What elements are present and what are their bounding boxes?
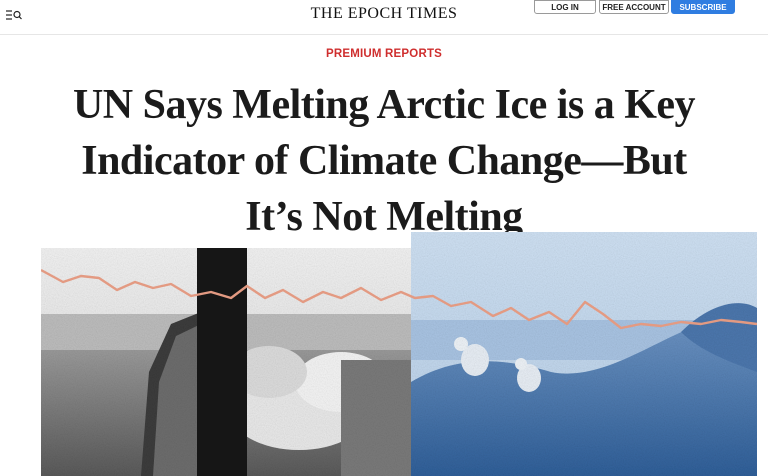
hero-image — [41, 232, 757, 476]
subscribe-button[interactable]: SUBSCRIBE — [671, 0, 735, 14]
article-headline: UN Says Melting Arctic Ice is a Key Indi… — [72, 82, 696, 240]
login-button[interactable]: LOG IN — [534, 0, 596, 14]
free-account-button[interactable]: FREE ACCOUNT — [599, 0, 669, 14]
arctic-collage-illustration — [41, 232, 757, 476]
section-label[interactable]: PREMIUM REPORTS — [0, 48, 768, 60]
top-navigation-bar: THE EPOCH TIMES LOG IN FREE ACCOUNT SUBS… — [0, 0, 768, 35]
